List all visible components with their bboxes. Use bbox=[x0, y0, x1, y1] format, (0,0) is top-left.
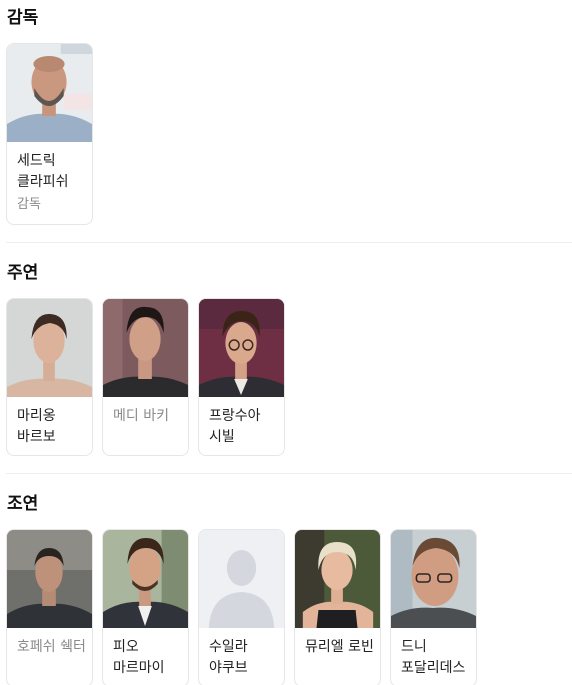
card-list-supporting-cast: 호페쉬 쉑터 피오 마르마이 수일라 야쿠브 뮤리엘 로빈 드니 포달리데스 bbox=[6, 529, 572, 685]
person-card-marion-barbeau[interactable]: 마리옹 바르보 bbox=[6, 298, 93, 456]
person-card-cedric-klapisch[interactable]: 세드릭 클라피쉬 감독 bbox=[6, 43, 93, 225]
card-list-lead-cast: 마리옹 바르보 메디 바키 프랑수아 시빌 bbox=[6, 298, 572, 456]
person-name[interactable]: 뮤리엘 로빈 bbox=[305, 637, 380, 658]
person-name[interactable]: 수일라 야쿠브 bbox=[209, 637, 284, 679]
section-title-lead-cast: 주연 bbox=[7, 263, 39, 283]
person-photo[interactable] bbox=[103, 530, 188, 628]
person-name[interactable]: 피오 마르마이 bbox=[113, 637, 188, 679]
person-name[interactable]: 마리옹 바르보 bbox=[17, 406, 92, 448]
person-role: 감독 bbox=[17, 197, 41, 212]
section-supporting-cast: 조연 호페쉬 쉑터 피오 마르마이 수일라 야쿠브 뮤리엘 로빈 드니 포달리데… bbox=[6, 493, 572, 685]
person-card-denis-podalydes[interactable]: 드니 포달리데스 bbox=[390, 529, 477, 685]
card-list-director: 세드릭 클라피쉬 감독 bbox=[6, 43, 572, 225]
person-name[interactable]: 프랑수아 시빌 bbox=[209, 406, 284, 448]
person-name[interactable]: 드니 포달리데스 bbox=[401, 637, 476, 679]
section-director: 감독 세드릭 클라피쉬 감독 bbox=[6, 7, 572, 225]
person-card-souheila-yacoub[interactable]: 수일라 야쿠브 bbox=[198, 529, 285, 685]
person-name[interactable]: 호페쉬 쉑터 bbox=[17, 637, 92, 658]
person-name[interactable]: 메디 바키 bbox=[113, 406, 188, 427]
section-divider bbox=[6, 242, 572, 243]
section-title-director: 감독 bbox=[7, 8, 39, 28]
person-photo[interactable] bbox=[7, 44, 92, 142]
person-photo[interactable] bbox=[391, 530, 476, 628]
person-photo-placeholder[interactable] bbox=[199, 530, 284, 628]
person-card-mehdi-baki[interactable]: 메디 바키 bbox=[102, 298, 189, 456]
person-card-muriel-robin[interactable]: 뮤리엘 로빈 bbox=[294, 529, 381, 685]
person-photo[interactable] bbox=[295, 530, 380, 628]
person-photo[interactable] bbox=[199, 299, 284, 397]
avatar-placeholder-icon bbox=[199, 530, 284, 628]
section-divider bbox=[6, 473, 572, 474]
person-name[interactable]: 세드릭 클라피쉬 bbox=[17, 151, 92, 193]
section-lead-cast: 주연 마리옹 바르보 메디 바키 프랑수아 시빌 bbox=[6, 262, 572, 456]
person-photo[interactable] bbox=[7, 299, 92, 397]
person-photo[interactable] bbox=[103, 299, 188, 397]
section-title-supporting-cast: 조연 bbox=[7, 494, 39, 514]
person-card-hofesh-shechter[interactable]: 호페쉬 쉑터 bbox=[6, 529, 93, 685]
person-card-pio-marmai[interactable]: 피오 마르마이 bbox=[102, 529, 189, 685]
person-photo[interactable] bbox=[7, 530, 92, 628]
person-card-francois-civil[interactable]: 프랑수아 시빌 bbox=[198, 298, 285, 456]
